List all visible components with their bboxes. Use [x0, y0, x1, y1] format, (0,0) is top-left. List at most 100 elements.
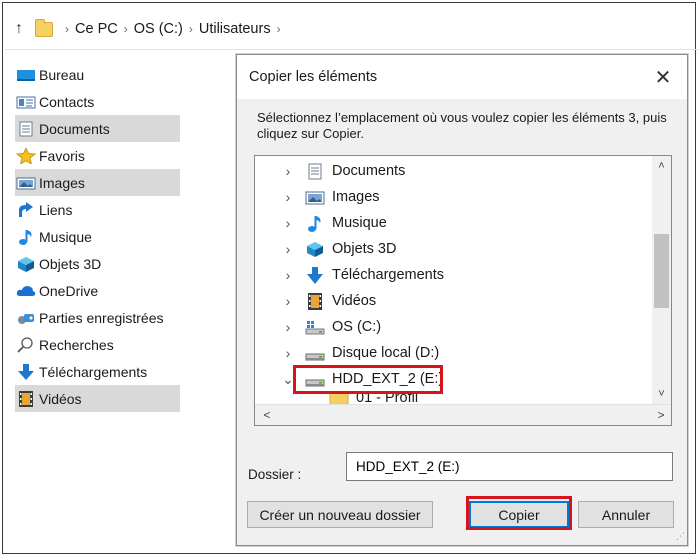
chevron-right-icon[interactable]: ›	[189, 22, 193, 36]
copy-items-dialog: Copier les éléments ✕ Sélectionnez l’emp…	[236, 54, 688, 546]
cube-icon	[305, 241, 325, 258]
chevron-right-icon[interactable]: ›	[277, 22, 281, 36]
tree-item-label: Documents	[332, 163, 406, 179]
explorer-window: ↑ › Ce PC › OS (C:) › Utilisateurs › Bur…	[2, 2, 699, 554]
breadcrumb-ce-pc[interactable]: Ce PC	[75, 21, 118, 37]
dialog-title: Copier les éléments	[249, 69, 378, 85]
sidebar-item-label: Recherches	[39, 336, 114, 353]
documents-icon	[305, 163, 325, 180]
tree-item-documents[interactable]: › Documents	[255, 158, 651, 184]
chevron-right-icon[interactable]: ›	[65, 22, 69, 36]
dialog-title-bar[interactable]: Copier les éléments ✕	[237, 55, 687, 99]
sidebar-item-label: Images	[39, 174, 85, 191]
chevron-right-icon[interactable]: ›	[281, 345, 295, 361]
scroll-down-icon[interactable]: ˅	[652, 384, 671, 404]
sidebar-item-musique[interactable]: Musique	[15, 223, 180, 250]
breadcrumb-utilisateurs[interactable]: Utilisateurs	[199, 21, 271, 37]
tree-item-os-c[interactable]: › OS (C:)	[255, 314, 651, 340]
cancel-button[interactable]: Annuler	[578, 501, 674, 528]
folder-label: Dossier :	[248, 467, 302, 482]
sidebar-item-telechargements[interactable]: Téléchargements	[15, 358, 180, 385]
tree-item-images[interactable]: › Images	[255, 184, 651, 210]
sidebar-item-bureau[interactable]: Bureau	[15, 61, 180, 88]
link-icon	[16, 201, 36, 218]
chevron-right-icon[interactable]: ›	[281, 293, 295, 309]
drive-icon	[305, 345, 325, 362]
breadcrumb-os-c[interactable]: OS (C:)	[134, 21, 183, 37]
contacts-icon	[16, 94, 36, 110]
tree-item-objets-3d[interactable]: › Objets 3D	[255, 236, 651, 262]
sidebar-item-label: Vidéos	[39, 390, 82, 407]
video-icon	[305, 292, 325, 310]
music-icon	[16, 229, 36, 245]
new-folder-button[interactable]: Créer un nouveau dossier	[247, 501, 433, 528]
tree-item-label: Objets 3D	[332, 241, 397, 257]
tree-item-disque-local-d[interactable]: › Disque local (D:)	[255, 340, 651, 366]
sidebar-item-label: OneDrive	[39, 282, 99, 299]
sidebar-item-recherches[interactable]: Recherches	[15, 331, 180, 358]
download-icon	[305, 266, 325, 284]
sidebar-item-label: Objets 3D	[39, 255, 102, 272]
sidebar-item-label: Contacts	[39, 93, 95, 110]
sidebar-item-onedrive[interactable]: OneDrive	[15, 277, 180, 304]
sidebar-item-objets-3d[interactable]: Objets 3D	[15, 250, 180, 277]
sidebar-item-label: Favoris	[39, 147, 85, 164]
sidebar-item-favoris[interactable]: Favoris	[15, 142, 180, 169]
desktop-icon	[16, 67, 36, 83]
tree-item-label: Images	[332, 189, 380, 205]
tree-item-label: Disque local (D:)	[332, 345, 440, 361]
folder-tree[interactable]: › Documents › Images › Musique › Objets …	[254, 155, 672, 426]
sidebar-item-images[interactable]: Images	[15, 169, 180, 196]
close-icon[interactable]: ✕	[651, 65, 675, 90]
tree-item-musique[interactable]: › Musique	[255, 210, 651, 236]
chevron-right-icon[interactable]: ›	[281, 189, 295, 205]
sidebar-item-label: Musique	[39, 228, 92, 245]
sidebar-item-parties-enregistrees[interactable]: Parties enregistrées	[15, 304, 180, 331]
cube-icon	[16, 256, 36, 272]
chevron-right-icon[interactable]: ›	[281, 215, 295, 231]
cloud-icon	[16, 283, 36, 299]
sidebar-item-documents[interactable]: Documents	[15, 115, 180, 142]
address-bar[interactable]: ↑ › Ce PC › OS (C:) › Utilisateurs ›	[9, 14, 697, 44]
chevron-right-icon[interactable]: ›	[281, 241, 295, 257]
tree-item-label: Téléchargements	[332, 267, 445, 283]
os-drive-icon	[305, 319, 325, 336]
chevron-right-icon[interactable]: ›	[124, 22, 128, 36]
sidebar-item-label: Liens	[39, 201, 73, 218]
divider	[5, 49, 699, 50]
resize-grip-icon[interactable]: ⋰	[676, 531, 685, 542]
tree-item-telechargements[interactable]: › Téléchargements	[255, 262, 651, 288]
sidebar-item-contacts[interactable]: Contacts	[15, 88, 180, 115]
folder-field[interactable]	[346, 452, 673, 481]
search-icon	[16, 336, 36, 353]
scroll-right-icon[interactable]: >	[651, 405, 671, 425]
images-icon	[16, 175, 36, 191]
sidebar: Bureau Contacts Documents Favoris Images…	[15, 61, 180, 412]
tree-item-label: Vidéos	[332, 293, 377, 309]
sidebar-item-liens[interactable]: Liens	[15, 196, 180, 223]
images-icon	[305, 189, 325, 206]
chevron-right-icon[interactable]: ›	[281, 163, 295, 179]
documents-icon	[16, 121, 36, 137]
video-icon	[16, 390, 36, 407]
scroll-up-icon[interactable]: ˄	[652, 156, 671, 176]
vertical-scrollbar[interactable]: ˄ ˅	[652, 156, 671, 404]
horizontal-scrollbar[interactable]: < >	[255, 404, 671, 425]
music-icon	[305, 215, 325, 232]
star-icon	[15, 146, 37, 165]
saved-games-icon	[16, 310, 36, 326]
up-arrow-icon[interactable]: ↑	[9, 20, 29, 38]
scroll-left-icon[interactable]: <	[257, 405, 277, 425]
sidebar-item-label: Téléchargements	[39, 363, 148, 380]
highlight-copy-button	[466, 496, 572, 530]
sidebar-item-videos[interactable]: Vidéos	[15, 385, 180, 412]
highlight-selected-drive	[293, 365, 443, 394]
tree-item-label: Musique	[332, 215, 387, 231]
chevron-right-icon[interactable]: ›	[281, 267, 295, 283]
scrollbar-thumb[interactable]	[654, 234, 669, 308]
download-icon	[16, 363, 36, 380]
chevron-right-icon[interactable]: ›	[281, 319, 295, 335]
tree-item-label: OS (C:)	[332, 319, 382, 335]
folder-icon	[35, 18, 53, 37]
tree-item-videos[interactable]: › Vidéos	[255, 288, 651, 314]
